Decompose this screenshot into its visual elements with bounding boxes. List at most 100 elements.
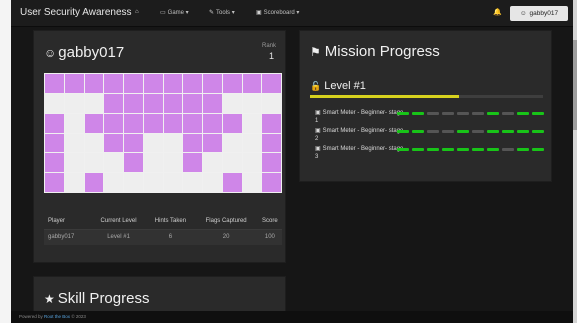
flag-grid-cell — [203, 74, 222, 93]
flag-grid-cell — [143, 74, 163, 93]
monitor-icon: ▣ — [256, 10, 262, 16]
user-icon: ☺ — [44, 46, 57, 60]
flag-grid-cell — [262, 153, 281, 173]
stage-segment — [487, 130, 499, 133]
player-name: gabby017 — [58, 44, 125, 61]
unlock-icon: 🔓 — [310, 81, 322, 91]
flag-grid-cell — [222, 113, 242, 133]
stage-segment — [532, 112, 544, 115]
stage-segment — [517, 112, 529, 115]
nav-home[interactable]: ⌂ — [135, 9, 141, 15]
table-header-level: Current Level — [90, 213, 147, 230]
navbar: User Security Awareness ⌂ ▭ Game ▾ ✎ Tools… — [11, 0, 573, 27]
stage-segments — [397, 130, 544, 133]
stage-segment — [457, 130, 469, 133]
stage-segments — [397, 148, 544, 151]
monitor-icon: ▣ — [315, 110, 321, 116]
flag-grid-cell — [242, 93, 262, 113]
stage-label: ▣ Smart Meter - Beginner- stage 2 — [315, 127, 405, 143]
flag-grid-cell — [203, 173, 222, 192]
rank-label: Rank — [261, 43, 276, 49]
monitor-icon: ▣ — [315, 146, 321, 152]
table-cell-level: Level #1 — [107, 234, 130, 241]
flag-grid-cell — [242, 74, 262, 93]
stage-segment — [397, 130, 409, 133]
flag-grid-cell — [222, 74, 242, 93]
stage-label-text: Smart Meter - Beginner- stage 1 — [315, 110, 404, 124]
stage-row[interactable]: ▣ Smart Meter - Beginner- stage 3 — [315, 145, 544, 163]
flag-grid-cell — [242, 113, 262, 133]
flag-icon: ⚑ — [310, 45, 321, 59]
level-title: Level #1 — [324, 80, 366, 92]
flag-grid-cell — [163, 113, 183, 133]
flag-grid-cell — [163, 153, 183, 173]
stage-segment — [532, 130, 544, 133]
nav-scoreboard-menu[interactable]: ▣ Scoreboard ▾ — [256, 9, 299, 16]
table-header-score: Score — [257, 213, 282, 230]
table-cell-player: gabby017 — [48, 234, 75, 241]
flag-grid-cell — [45, 113, 64, 133]
flag-grid-cell — [84, 153, 104, 173]
stage-row[interactable]: ▣ Smart Meter - Beginner- stage 2 — [315, 127, 544, 145]
flag-grid-cell — [242, 153, 262, 173]
flag-grid-cell — [143, 173, 163, 192]
stage-segment — [397, 148, 409, 151]
stage-segment — [442, 148, 454, 151]
flag-grid-cell — [45, 133, 64, 153]
nav-game-menu[interactable]: ▭ Game ▾ — [160, 9, 189, 16]
table-header-player: Player — [44, 213, 91, 230]
footer-link[interactable]: Root the Box — [44, 314, 70, 319]
flag-grid-cell — [64, 113, 84, 133]
flag-grid-cell — [183, 173, 202, 192]
flag-grid-cell — [222, 93, 242, 113]
stage-segment — [532, 148, 544, 151]
flag-grid-cell — [64, 93, 84, 113]
brand-title[interactable]: User Security Awareness — [20, 7, 132, 18]
flag-grid-cell — [45, 93, 64, 113]
page-scrollbar[interactable] — [573, 0, 577, 323]
stage-segment — [502, 148, 514, 151]
mission-heading: ⚑ Mission Progress — [310, 43, 440, 60]
flag-grid-cell — [203, 153, 222, 173]
wrench-icon: ✎ — [209, 10, 215, 16]
flag-grid-cell — [222, 133, 242, 153]
stage-segment — [412, 112, 424, 115]
stage-label-text: Smart Meter - Beginner- stage 2 — [315, 128, 404, 142]
flag-grid-cell — [104, 74, 123, 93]
flag-grid-cell — [183, 133, 202, 153]
nav-tools-menu[interactable]: ✎ Tools ▾ — [209, 9, 235, 16]
flag-grid-cell — [45, 74, 64, 93]
scrollbar-thumb[interactable] — [573, 40, 577, 130]
level-heading: 🔓 Level #1 — [310, 80, 366, 92]
stage-segment — [457, 148, 469, 151]
app-window: User Security Awareness ⌂ ▭ Game ▾ ✎ Tools… — [11, 0, 573, 323]
player-heading: ☺ gabby017 — [44, 44, 124, 61]
table-header-row: Player Current Level Hints Taken Flags C… — [44, 213, 282, 230]
user-menu-button[interactable]: ☺ gabby017 — [510, 6, 568, 21]
flag-grid-cell — [203, 133, 222, 153]
stage-row[interactable]: ▣ Smart Meter - Beginner- stage 1 — [315, 109, 544, 127]
flag-grid-cell — [262, 93, 281, 113]
table-cell-hints: 6 — [168, 234, 173, 241]
flag-grid-cell — [84, 133, 104, 153]
nav-scoreboard-label: Scoreboard ▾ — [263, 10, 300, 16]
nav-game-label: Game ▾ — [167, 10, 189, 16]
bell-icon[interactable]: 🔔 — [493, 8, 502, 16]
flag-grid-cell — [64, 153, 84, 173]
stage-segment — [412, 148, 424, 151]
level-progress-fill — [310, 95, 460, 98]
stage-segment — [442, 112, 454, 115]
flag-grid-cell — [104, 173, 123, 192]
flag-grid-cell — [45, 173, 64, 192]
stage-segment — [427, 112, 439, 115]
table-row: gabby017 Level #1 6 20 100 — [44, 229, 282, 245]
stage-segment — [517, 130, 529, 133]
user-icon: ☺ — [519, 10, 527, 17]
stage-segment — [502, 130, 514, 133]
flag-grid-cell — [84, 93, 104, 113]
stage-segment — [487, 148, 499, 151]
rank-value: 1 — [268, 51, 274, 61]
stage-segment — [442, 130, 454, 133]
flag-grid-cell — [262, 173, 281, 192]
flag-grid-cell — [222, 153, 242, 173]
